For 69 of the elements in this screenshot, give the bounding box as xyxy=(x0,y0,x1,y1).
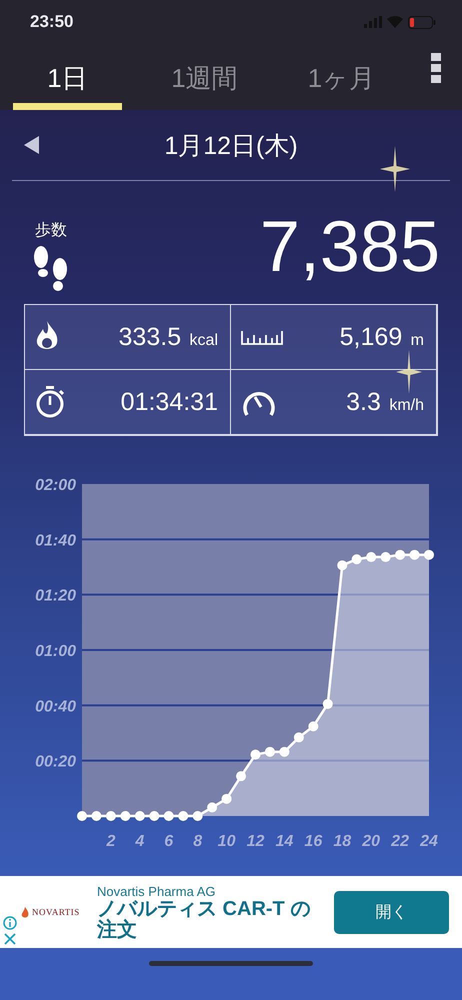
flame-logo-icon xyxy=(21,906,29,918)
y-axis-label: 01:00 xyxy=(35,643,76,660)
x-axis-label: 10 xyxy=(218,833,236,850)
stat-value: 01:34:31 xyxy=(120,388,218,416)
y-axis-label: 02:00 xyxy=(35,477,76,494)
close-icon[interactable] xyxy=(3,932,17,946)
data-point xyxy=(352,554,362,564)
data-point xyxy=(207,802,218,812)
step-count-value: 7,385 xyxy=(260,211,440,283)
steps-label: 歩数 xyxy=(35,220,68,241)
data-point xyxy=(294,732,304,742)
stat-value: 3.3 km/h xyxy=(346,388,424,416)
signal-icon xyxy=(364,16,382,28)
open-button[interactable]: 開く xyxy=(334,890,449,934)
x-axis-label: 22 xyxy=(391,833,409,850)
tab[interactable]: 1週間 xyxy=(150,44,259,110)
data-point xyxy=(279,746,290,757)
x-axis-label: 18 xyxy=(333,833,352,850)
x-axis-label: 12 xyxy=(246,833,264,850)
data-point xyxy=(222,794,232,804)
y-axis-label: 00:40 xyxy=(35,698,76,716)
stopwatch-icon xyxy=(35,386,65,418)
y-axis-label: 01:20 xyxy=(35,588,76,605)
ruler-icon xyxy=(241,329,283,345)
data-point xyxy=(264,746,275,757)
x-axis-label: 24 xyxy=(420,833,438,850)
menu-icon[interactable] xyxy=(431,53,441,83)
y-axis-label: 00:20 xyxy=(35,754,76,771)
x-axis-label: 20 xyxy=(362,833,380,850)
x-axis-label: 2 xyxy=(106,833,116,850)
tab[interactable]: 1日 xyxy=(13,44,122,110)
data-point xyxy=(91,811,102,821)
x-axis-label: 16 xyxy=(304,833,322,850)
data-point xyxy=(120,811,130,821)
ad-headline[interactable]: ノバルティス CAR-T の注文 xyxy=(97,898,319,940)
data-point xyxy=(134,811,145,821)
advertiser-name: Novartis Pharma AG xyxy=(97,884,216,898)
data-point xyxy=(77,811,87,821)
brand-logo: NOVARTIS xyxy=(32,907,80,917)
x-axis-label: 6 xyxy=(164,833,174,850)
data-point xyxy=(250,750,260,760)
info-icon[interactable] xyxy=(3,916,17,930)
data-point xyxy=(236,771,246,782)
data-point xyxy=(308,721,318,732)
data-point xyxy=(106,811,116,821)
data-point xyxy=(178,811,188,821)
wifi-icon xyxy=(387,16,403,28)
data-point xyxy=(366,552,376,562)
stat-value: 5,169 m xyxy=(340,322,424,352)
data-point xyxy=(164,811,174,821)
clock-time: 23:50 xyxy=(30,12,74,32)
x-axis-label: 4 xyxy=(135,833,144,850)
data-point xyxy=(192,811,203,821)
data-point xyxy=(395,550,406,560)
x-axis-label: 14 xyxy=(276,833,294,850)
data-point xyxy=(337,560,348,570)
stat-value: 333.5 kcal xyxy=(118,322,218,352)
data-point xyxy=(149,811,160,821)
date-label: 1月12日(木) xyxy=(164,130,298,162)
data-point xyxy=(424,550,434,560)
previous-arrow-icon[interactable] xyxy=(24,136,39,154)
x-axis-label: 8 xyxy=(193,833,202,850)
y-axis-label: 01:40 xyxy=(35,532,76,550)
data-point xyxy=(410,550,420,560)
footprints-icon xyxy=(32,245,70,293)
tab[interactable]: 1ヶ月 xyxy=(287,44,396,110)
battery-icon xyxy=(408,16,436,28)
data-point xyxy=(380,552,391,562)
data-point xyxy=(322,698,333,709)
